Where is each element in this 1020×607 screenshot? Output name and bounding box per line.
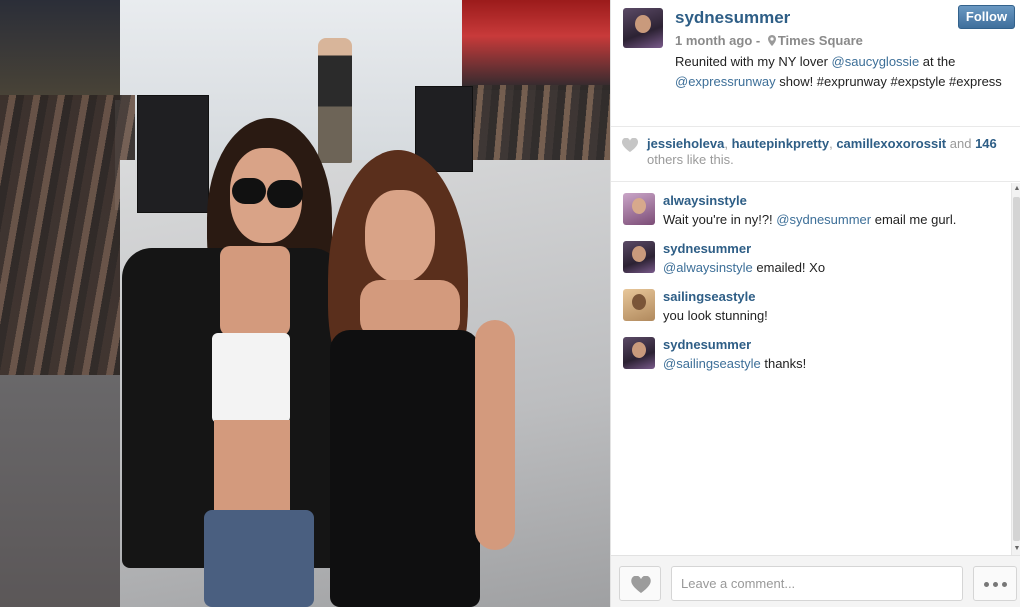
liker-username[interactable]: hautepinkpretty [732, 136, 830, 151]
comment-item: alwaysinstyle Wait you're in ny!?! @sydn… [611, 183, 1009, 229]
author-avatar[interactable] [623, 8, 663, 48]
comment-body: you look stunning! [663, 308, 768, 323]
comment-text: @alwaysinstyle emailed! Xo [663, 260, 825, 275]
commenter-avatar[interactable] [623, 193, 655, 225]
scroll-down-arrow-icon[interactable]: ▼ [1013, 545, 1020, 553]
likes-and: and [946, 136, 976, 151]
comment-item: sydnesummer @alwaysinstyle emailed! Xo [611, 231, 1009, 277]
post-caption: Reunited with my NY lover @saucyglossie … [675, 52, 1010, 92]
commenter-username[interactable]: alwaysinstyle [663, 193, 747, 208]
scrollbar-thumb[interactable] [1013, 197, 1020, 541]
caption-text: Reunited with my NY lover [675, 54, 832, 69]
meta-separator: - [752, 33, 764, 48]
billboard-left [0, 0, 120, 100]
post-time[interactable]: 1 month ago [675, 33, 752, 48]
comment-text: @sailingseastyle thanks! [663, 356, 806, 371]
like-button[interactable] [619, 566, 661, 601]
comment-mention[interactable]: @sydnesummer [776, 212, 871, 227]
liker-username[interactable]: camillexoxorossit [836, 136, 946, 151]
caption-text: at the [919, 54, 956, 69]
more-options-button[interactable] [973, 566, 1017, 601]
caption-mention[interactable]: @expressrunway [675, 74, 776, 89]
post-photo[interactable] [0, 0, 610, 607]
likes-section: jessieholeva, hautepinkpretty, camillexo… [611, 126, 1020, 182]
post-meta: 1 month ago - Times Square [675, 33, 863, 48]
likes-text: jessieholeva, hautepinkpretty, camillexo… [647, 136, 1017, 168]
post-location[interactable]: Times Square [778, 33, 863, 48]
scroll-up-arrow-icon[interactable]: ▲ [1013, 185, 1020, 193]
comment-mention[interactable]: @alwaysinstyle [663, 260, 753, 275]
comment-body: email me gurl. [871, 212, 957, 227]
comment-body: emailed! Xo [752, 260, 826, 275]
comment-body: thanks! [760, 356, 807, 371]
comment-input[interactable] [671, 566, 963, 601]
likes-separator: , [724, 136, 732, 151]
comment-mention[interactable]: @sailingseastyle [663, 356, 761, 371]
commenter-username[interactable]: sydnesummer [663, 241, 751, 256]
person-right [320, 150, 550, 607]
caption-text: show! #exprunway #expstyle #express [775, 74, 1002, 89]
heart-icon [631, 576, 651, 593]
post-side-panel: sydnesummer Follow 1 month ago - Times S… [610, 0, 1020, 607]
comment-footer [611, 555, 1020, 607]
commenter-username[interactable]: sailingseastyle [663, 289, 756, 304]
commenter-avatar[interactable] [623, 337, 655, 369]
follow-button[interactable]: Follow [958, 5, 1015, 29]
commenter-avatar[interactable] [623, 241, 655, 273]
comment-text: Wait you're in ny!?! @sydnesummer email … [663, 212, 956, 227]
comments-scrollbar[interactable]: ▲ ▼ [1011, 183, 1020, 555]
more-dots-icon [1002, 582, 1007, 587]
more-dots-icon [984, 582, 989, 587]
comments-list[interactable]: alwaysinstyle Wait you're in ny!?! @sydn… [611, 183, 1009, 555]
heart-icon [622, 138, 638, 152]
commenter-avatar[interactable] [623, 289, 655, 321]
author-username[interactable]: sydnesummer [675, 8, 790, 28]
commenter-username[interactable]: sydnesummer [663, 337, 751, 352]
location-pin-icon [767, 35, 776, 46]
comment-text: you look stunning! [663, 308, 768, 323]
likes-count[interactable]: 146 [975, 136, 997, 151]
more-dots-icon [993, 582, 998, 587]
billboard-right [462, 0, 610, 90]
comment-body: Wait you're in ny!?! [663, 212, 777, 227]
comment-item: sailingseastyle you look stunning! [611, 279, 1009, 325]
post-header: sydnesummer Follow 1 month ago - Times S… [611, 0, 1020, 126]
likes-suffix: others like this. [647, 152, 734, 167]
comment-item: sydnesummer @sailingseastyle thanks! [611, 327, 1009, 373]
caption-mention[interactable]: @saucyglossie [832, 54, 920, 69]
liker-username[interactable]: jessieholeva [647, 136, 724, 151]
